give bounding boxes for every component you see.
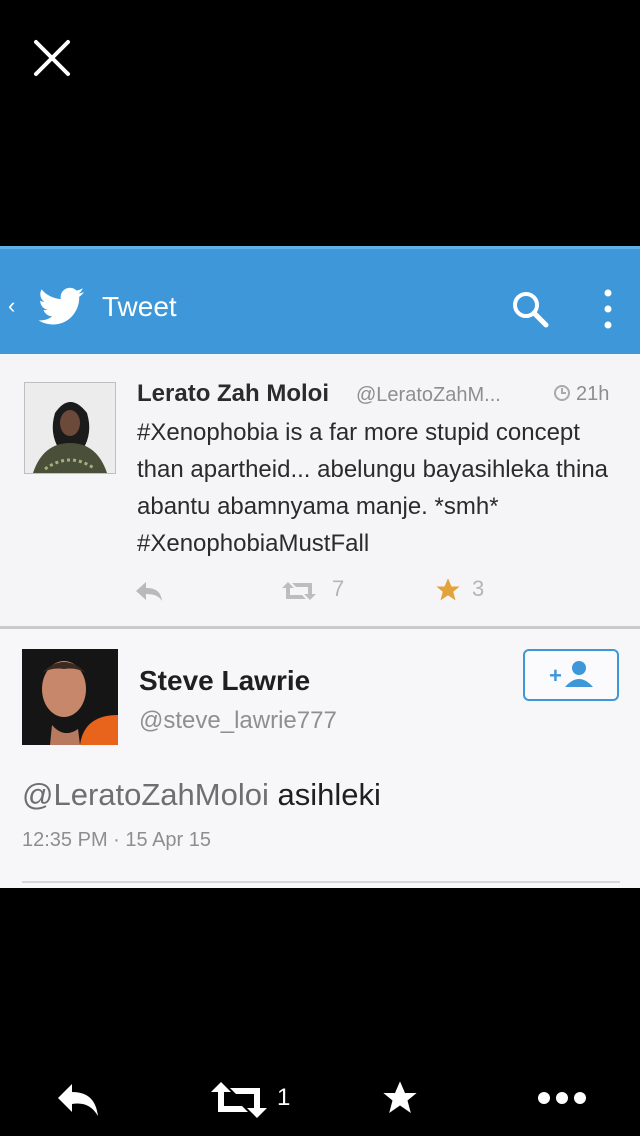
reply-body: asihleki — [268, 777, 381, 812]
mention-link[interactable]: @LeratoZahMoloi — [22, 777, 269, 812]
svg-text:+: + — [549, 663, 562, 688]
header-title: Tweet — [102, 291, 177, 322]
star-icon[interactable] — [380, 1078, 420, 1118]
clock-icon — [554, 385, 570, 401]
author-handle[interactable]: @LeratoZahM... — [356, 384, 501, 407]
twitter-bird-icon — [38, 287, 84, 325]
retweet-count: 1 — [277, 1084, 291, 1111]
more-options-icon[interactable] — [536, 1088, 588, 1108]
bottom-toolbar: 1 — [0, 1070, 640, 1130]
twitter-header: ‹ Tweet — [0, 246, 640, 354]
retweet-count: 7 — [332, 576, 345, 601]
avatar[interactable] — [24, 382, 116, 474]
favorite-count: 3 — [472, 576, 485, 601]
chevron-left-icon[interactable]: ‹ — [8, 293, 15, 319]
tweet-text: #Xenophobia is a far more stupid concept… — [137, 419, 609, 557]
search-icon[interactable] — [510, 289, 550, 329]
avatar[interactable] — [22, 649, 118, 745]
reply-icon[interactable] — [54, 1080, 102, 1120]
original-tweet[interactable]: Lerato Zah Moloi @LeratoZahM... 21h #Xen… — [0, 354, 640, 626]
timestamp: 12:35 PM · 15 Apr 15 — [22, 829, 212, 851]
add-user-icon: + — [549, 661, 593, 688]
author-name[interactable]: Lerato Zah Moloi — [137, 380, 329, 408]
reply-text: @LeratoZahMoloi asihleki — [22, 777, 381, 813]
tweet-screenshot: ‹ Tweet Lerato Zah Moloi @LeratoZahM... — [0, 246, 640, 888]
reply-icon[interactable] — [134, 580, 164, 602]
divider — [22, 881, 620, 883]
author-handle[interactable]: @steve_lawrie777 — [139, 707, 337, 735]
close-icon[interactable] — [30, 36, 74, 80]
star-icon[interactable] — [434, 576, 462, 604]
author-name[interactable]: Steve Lawrie — [139, 665, 310, 697]
tweet-time: 21h — [576, 383, 610, 405]
reply-tweet[interactable]: Steve Lawrie @steve_lawrie777 + @LeratoZ… — [0, 629, 640, 888]
retweet-icon[interactable] — [210, 1080, 268, 1120]
follow-button[interactable]: + — [523, 649, 619, 701]
retweet-icon[interactable] — [282, 580, 316, 602]
kebab-menu-icon[interactable] — [600, 287, 616, 331]
